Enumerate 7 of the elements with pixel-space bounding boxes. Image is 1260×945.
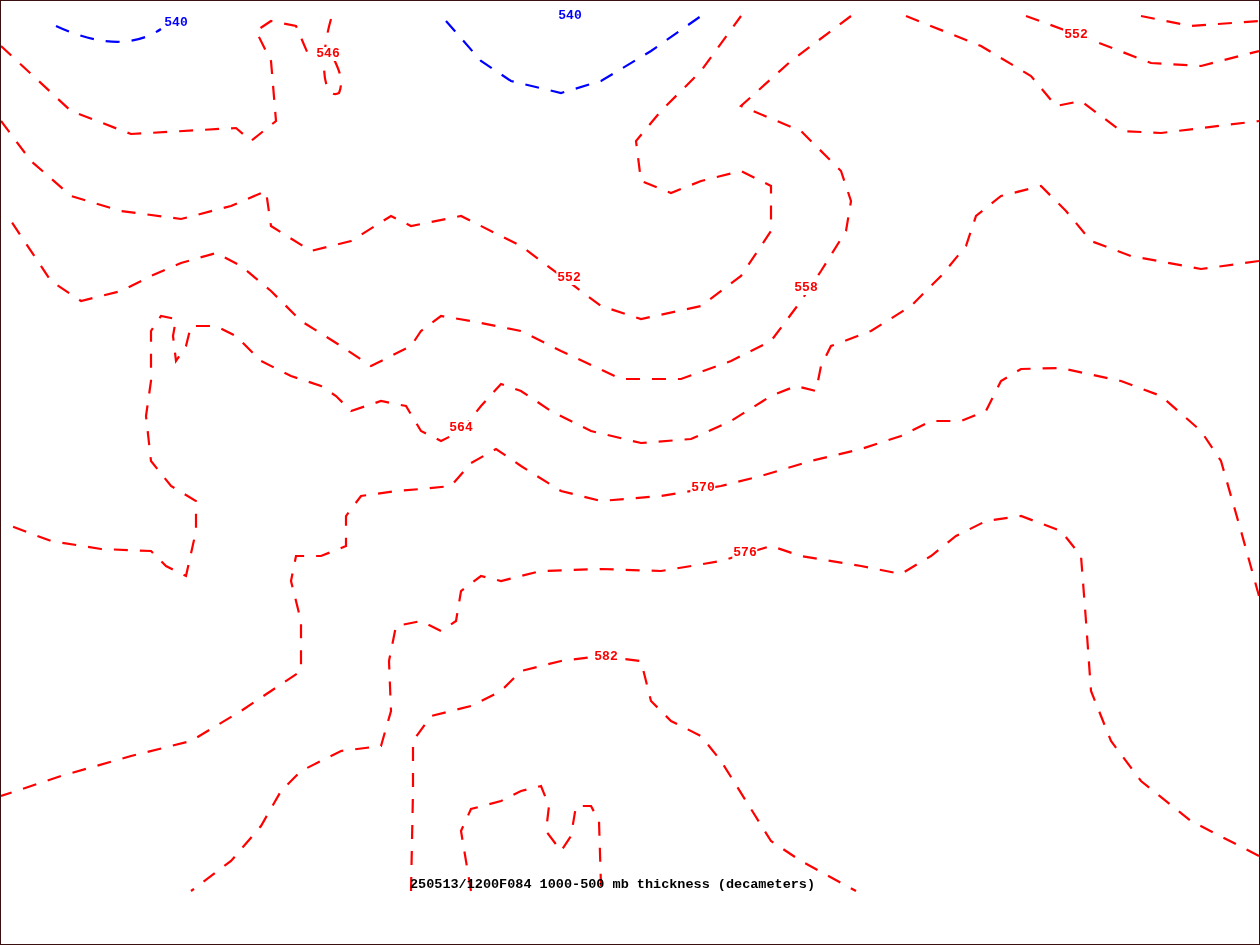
contour-label: 552 <box>556 271 582 285</box>
contour-label: 546 <box>315 47 341 61</box>
contour-label: 576 <box>732 546 758 560</box>
contour-label: 558 <box>793 281 819 295</box>
contour-label: 564 <box>448 421 474 435</box>
contour-label: 552 <box>1063 28 1089 42</box>
contour-label: 570 <box>690 481 716 495</box>
